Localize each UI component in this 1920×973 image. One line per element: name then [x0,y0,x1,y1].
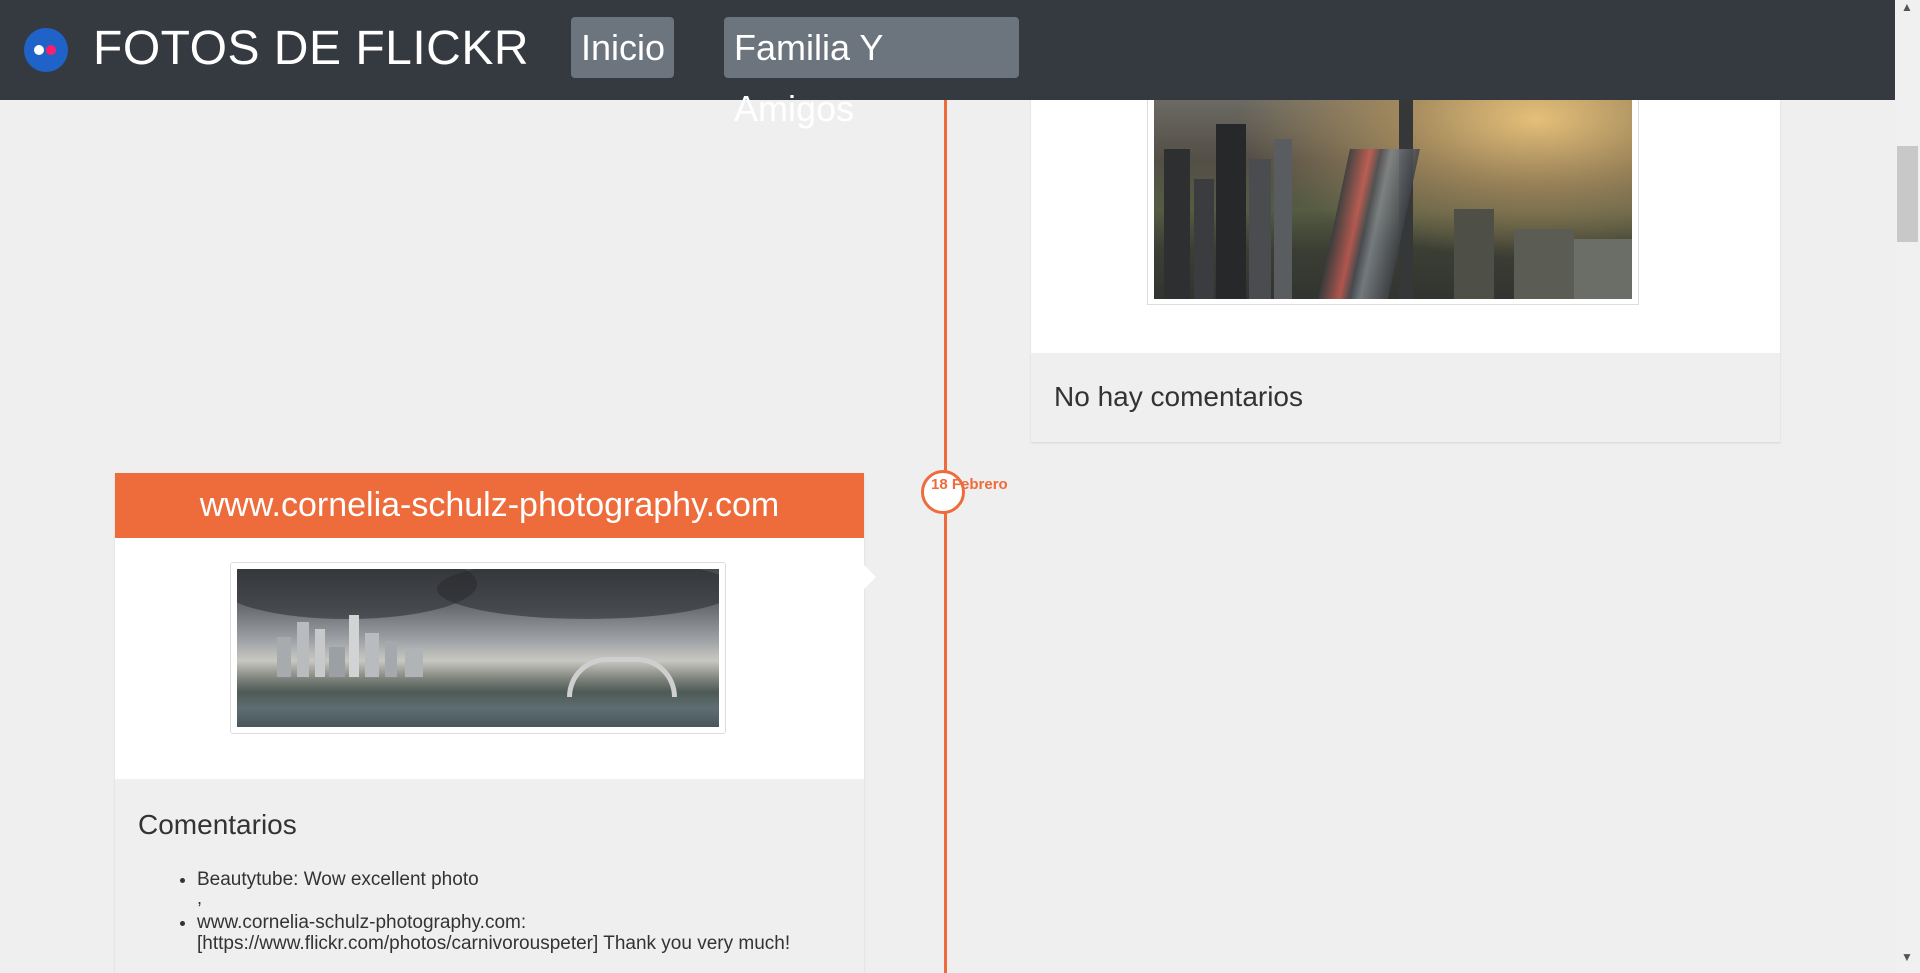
photo-building [1194,179,1214,299]
logo-dot-pink [46,45,56,55]
photo-building [385,641,397,677]
photo-building [1164,149,1190,299]
photo-building [1249,159,1271,299]
page-scrollbar[interactable]: ▲ ▼ [1895,0,1920,973]
photo-thumbnail-frame[interactable] [230,562,726,734]
harbour-skyline-photo[interactable] [237,569,719,727]
photo-building [1216,124,1246,299]
photo-building [315,629,325,677]
city-aerial-photo[interactable] [1154,100,1632,299]
photo-building [365,633,379,677]
comment-separator: , [197,888,203,908]
photo-cloud [437,569,719,619]
photo-building [405,649,423,677]
card-title: www.cornelia-schulz-photography.com [115,473,864,538]
comment-text: www.cornelia-schulz-photography.com: [ht… [197,912,791,954]
brand-title[interactable]: FOTOS DE FLICKR [93,20,529,78]
comment-item: www.cornelia-schulz-photography.com: [ht… [197,912,817,954]
logo-dot-white [34,45,44,55]
nav-familia-amigos-button[interactable]: Familia Y Amigos [724,17,1019,129]
scrollbar-thumb[interactable] [1897,146,1918,242]
photo-building [1274,139,1292,299]
card-comments-footer: No hay comentarios [1031,353,1780,442]
photo-building [277,637,291,677]
photo-building [1454,209,1494,299]
comments-list: Beautytube: Wow excellent photo , www.co… [175,869,817,960]
photo-card-top-right: No hay comentarios [1031,100,1780,442]
no-comments-text: No hay comentarios [1054,381,1304,412]
photo-building [1574,239,1632,299]
comment-item: Beautytube: Wow excellent photo , [197,869,817,908]
nav-inicio-button[interactable]: Inicio [571,17,674,78]
photo-building [329,647,345,677]
photo-building [349,615,359,677]
photo-card-left: www.cornelia-schulz-photography.com Come… [115,473,876,973]
comments-section: Comentarios Beautytube: Wow excellent ph… [115,779,864,973]
photo-thumbnail-frame[interactable] [1147,100,1639,305]
comment-text: Beautytube: Wow excellent photo [197,869,479,890]
flickr-logo-icon[interactable] [24,28,68,72]
timeline-date-label: 18 Febrero [931,476,1008,493]
timeline-line [944,100,947,973]
chevron-down-icon[interactable]: ▼ [1901,950,1913,964]
chevron-up-icon[interactable]: ▲ [1901,0,1913,14]
card-pointer-arrow [864,565,876,589]
top-navbar: FOTOS DE FLICKR Inicio Familia Y Amigos [0,0,1895,129]
photo-building [1514,229,1574,299]
comments-title: Comentarios [138,809,297,840]
photo-bridge [567,657,677,697]
photo-building [297,622,309,677]
